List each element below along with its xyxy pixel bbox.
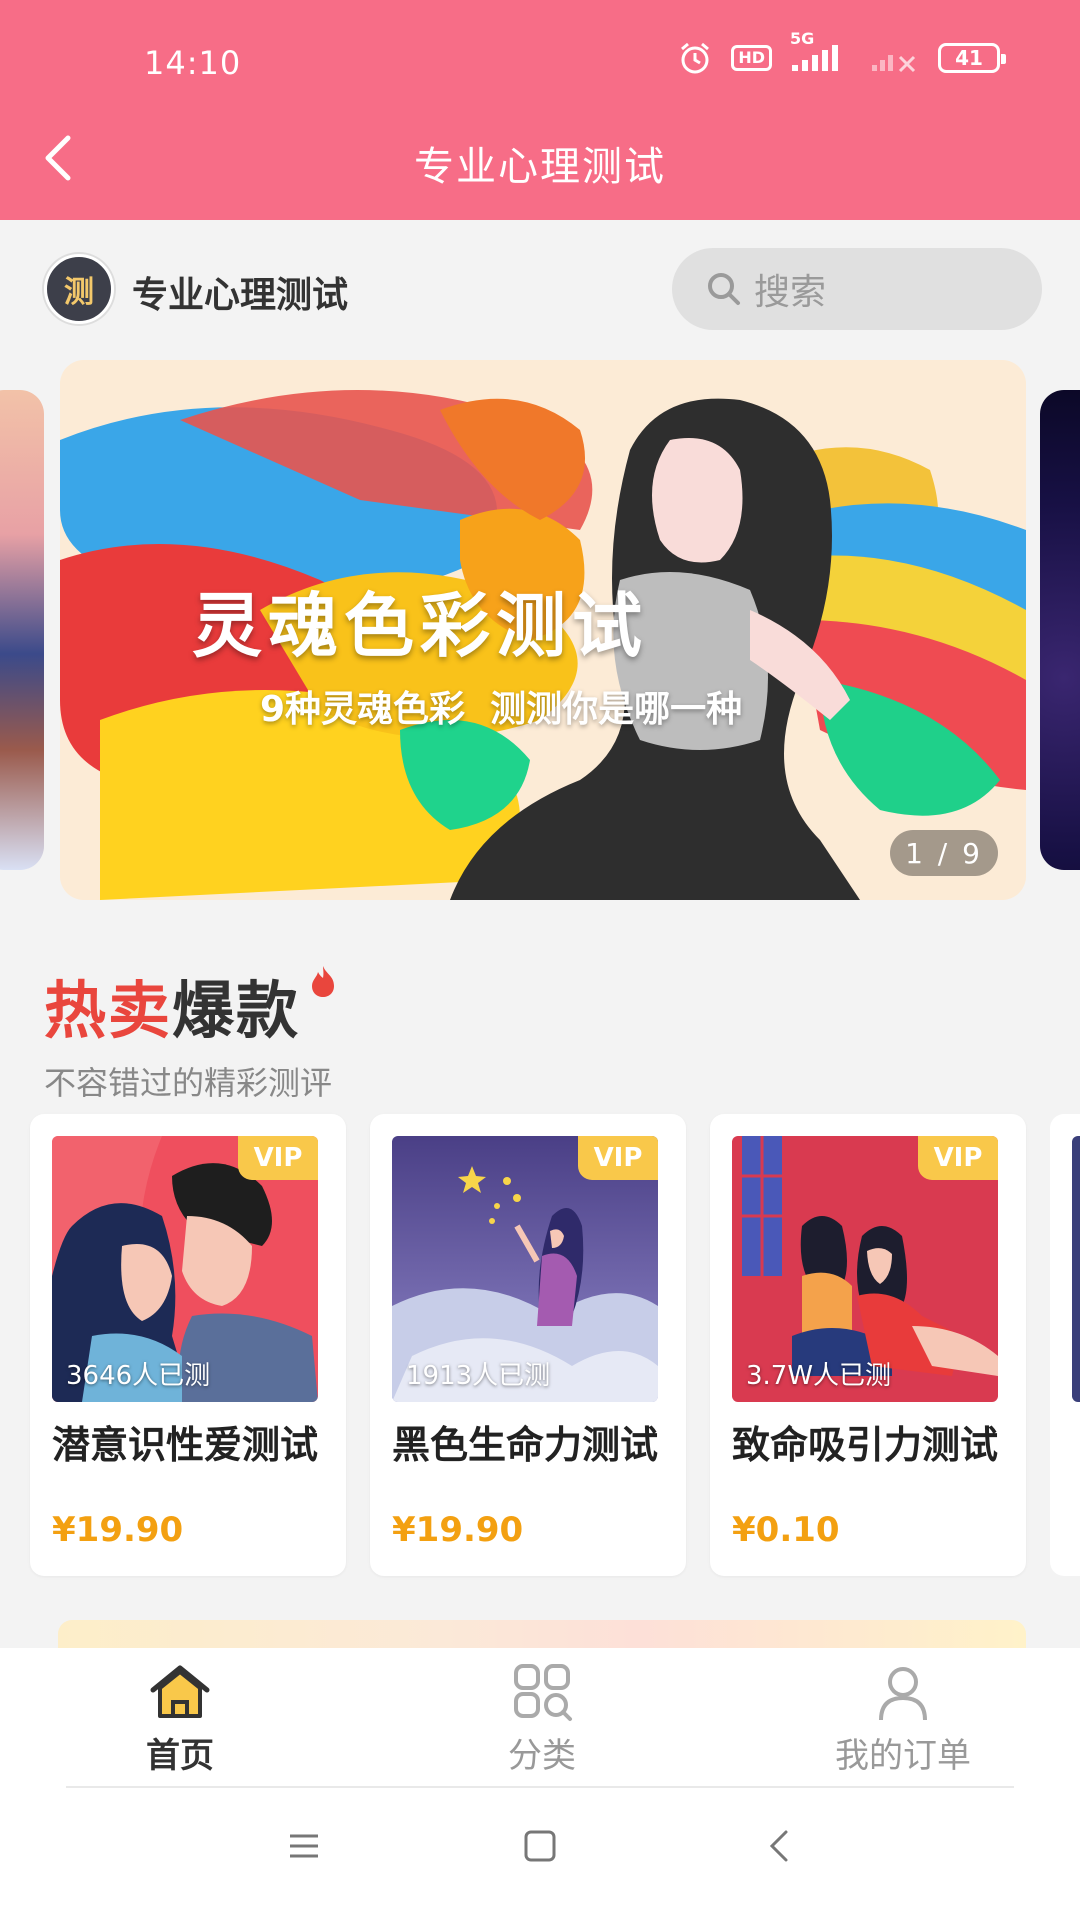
section-title: 热卖 爆款 (44, 960, 336, 1050)
section-title-rest: 爆款 (172, 974, 301, 1047)
tested-count: 1913人已测 (406, 1361, 551, 1391)
section-title-highlight: 热卖 (44, 974, 173, 1047)
page-title: 专业心理测试 (414, 144, 666, 190)
product-card[interactable]: VIP 3.7W人已测 致命吸引力测试 ¥0.10 (710, 1114, 1026, 1576)
product-thumbnail-peek (1072, 1136, 1080, 1402)
search-icon (708, 273, 740, 305)
banner-next-peek[interactable] (1040, 390, 1080, 870)
product-card[interactable]: VIP 3646人已测 潜意识性爱测试 ¥19.90 (30, 1114, 346, 1576)
hot-section-header: 热卖 爆款 不容错过的精彩测评 (44, 960, 336, 1104)
bottom-nav: 首页 分类 我的订单 (0, 1648, 1080, 1788)
menu-icon (290, 1834, 318, 1858)
battery-icon: 41 (938, 43, 1006, 73)
search-input[interactable]: 搜索 (672, 248, 1042, 330)
banner-page-indicator: 1 / 9 (890, 830, 998, 876)
brand-logo: 测 (44, 254, 114, 324)
banner-carousel[interactable]: 灵魂色彩测试 9种灵魂色彩 测测你是哪一种 1 / 9 (0, 360, 1080, 900)
product-name: 黑色生命力测试 (392, 1423, 659, 1467)
network-type-label: 5G (790, 29, 815, 48)
next-section-peek (58, 1620, 1026, 1650)
banner-subtitle: 9种灵魂色彩 测测你是哪一种 (260, 689, 743, 730)
brand-row: 测 专业心理测试 搜索 (0, 220, 1080, 360)
nav-label: 首页 (146, 1736, 214, 1776)
banner-prev-peek[interactable] (0, 390, 44, 870)
nav-label: 分类 (508, 1736, 576, 1776)
category-icon (514, 1664, 572, 1721)
system-nav-bar (0, 1788, 1080, 1920)
nav-label: 我的订单 (835, 1736, 971, 1776)
user-icon (879, 1667, 927, 1721)
search-placeholder: 搜索 (754, 272, 827, 313)
vip-badge: VIP (238, 1136, 318, 1180)
home-icon (150, 1665, 210, 1718)
nav-home[interactable]: 首页 (80, 1662, 280, 1778)
fire-icon (312, 966, 335, 997)
back-system-button[interactable] (762, 1828, 798, 1868)
product-price: ¥19.90 (392, 1510, 524, 1550)
alarm-icon (677, 40, 713, 76)
product-card-peek[interactable] (1050, 1114, 1080, 1576)
product-thumbnail: VIP 3646人已测 (52, 1136, 318, 1402)
product-name: 潜意识性爱测试 (52, 1423, 319, 1467)
nav-orders[interactable]: 我的订单 (803, 1662, 1003, 1778)
home-system-button[interactable] (522, 1828, 558, 1868)
app-header: 14:10 HD 5G 41 专业心理测试 (0, 0, 1080, 220)
product-card[interactable]: VIP 1913人已测 黑色生命力测试 ¥19.90 (370, 1114, 686, 1576)
product-name: 致命吸引力测试 (732, 1423, 999, 1467)
back-triangle-icon (769, 1830, 788, 1862)
status-icons: HD 5G 41 (677, 29, 1006, 76)
vip-badge: VIP (578, 1136, 658, 1180)
vip-badge: VIP (918, 1136, 998, 1180)
hd-icon: HD (731, 45, 772, 71)
square-icon (524, 1830, 556, 1862)
nav-category[interactable]: 分类 (442, 1662, 642, 1778)
product-price: ¥0.10 (732, 1510, 840, 1550)
product-price: ¥19.90 (52, 1510, 184, 1550)
product-thumbnail: VIP 3.7W人已测 (732, 1136, 998, 1402)
product-list[interactable]: VIP 3646人已测 潜意识性爱测试 ¥19.90 VIP 1913人已测 黑… (30, 1114, 1080, 1578)
status-time: 14:10 (144, 44, 242, 82)
banner-slide[interactable]: 灵魂色彩测试 9种灵魂色彩 测测你是哪一种 1 / 9 (60, 360, 1026, 900)
signal-no-service-icon (870, 43, 920, 73)
section-subtitle: 不容错过的精彩测评 (44, 1064, 333, 1102)
recent-apps-button[interactable] (286, 1828, 322, 1868)
banner-title: 灵魂色彩测试 (192, 585, 648, 667)
tested-count: 3.7W人已测 (746, 1361, 892, 1391)
signal-5g-icon: 5G (790, 29, 852, 73)
product-thumbnail: VIP 1913人已测 (392, 1136, 658, 1402)
brand-name: 专业心理测试 (132, 275, 349, 316)
tested-count: 3646人已测 (66, 1361, 211, 1391)
